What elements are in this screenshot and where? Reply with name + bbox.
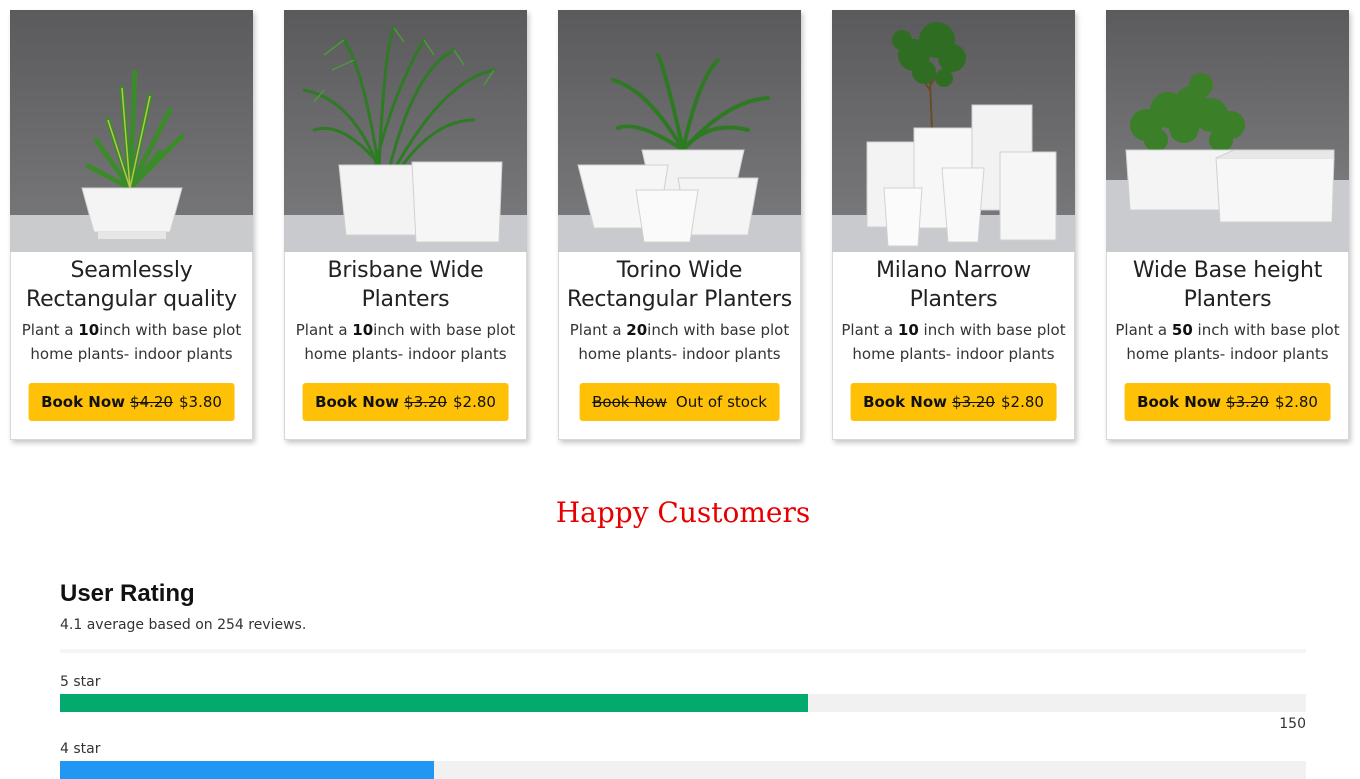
old-price: $3.20 <box>1226 393 1269 411</box>
book-now-button[interactable]: Book Now $4.20 $3.80 <box>28 383 235 421</box>
rating-row-5-star: 5 star 150 <box>60 674 1306 733</box>
product-size: 10 <box>897 321 919 339</box>
rating-bar-track <box>60 694 1306 712</box>
product-title: Milano Narrow Planters <box>875 258 1032 312</box>
product-title: Wide Base height Planters <box>1132 258 1323 312</box>
product-description: Plant a 10 inch with base plot home plan… <box>841 321 1066 363</box>
rating-count: 150 <box>1279 716 1306 732</box>
product-title: Torino Wide Rectangular Planters <box>567 258 792 312</box>
rating-divider <box>60 649 1306 653</box>
out-of-stock-label: Out of stock <box>675 393 767 411</box>
new-price: $3.80 <box>178 393 222 411</box>
rating-summary: 4.1 average based on 254 reviews. <box>60 617 307 633</box>
book-now-label: Book Now <box>41 393 126 411</box>
old-price: $3.20 <box>952 393 995 411</box>
product-title: Seamlessly Rectangular quality <box>26 258 237 312</box>
plant-pot-agave-image <box>10 10 253 252</box>
new-price: $2.80 <box>1000 393 1044 411</box>
book-now-label: Book Now <box>863 393 948 411</box>
book-now-button[interactable]: Book Now $3.20 $2.80 <box>850 383 1057 421</box>
old-price: $3.20 <box>404 393 447 411</box>
book-now-label: Book Now <box>1137 393 1222 411</box>
product-size: 20 <box>626 321 648 339</box>
book-now-button[interactable]: Book Now $3.20 $2.80 <box>1124 383 1331 421</box>
product-card: Brisbane Wide Planters Plant a 10inch wi… <box>284 10 527 440</box>
tall-planters-image <box>832 10 1075 252</box>
product-card: Wide Base height Planters Plant a 50 inc… <box>1106 10 1349 440</box>
product-title: Brisbane Wide Planters <box>327 258 484 312</box>
book-now-button[interactable]: Book Now $3.20 $2.80 <box>302 383 509 421</box>
user-rating-heading: User Rating <box>60 580 195 607</box>
product-size: 50 <box>1171 321 1193 339</box>
book-now-button-disabled: Book Now Out of stock <box>579 383 780 421</box>
product-size: 10 <box>78 321 100 339</box>
trough-planters-image <box>1106 10 1349 252</box>
book-now-label: Book Now <box>592 393 667 411</box>
old-price: $4.20 <box>130 393 173 411</box>
product-description: Plant a 50 inch with base plot home plan… <box>1115 321 1340 363</box>
product-card: Torino Wide Rectangular Planters Plant a… <box>558 10 801 440</box>
rating-bar-fill <box>60 694 808 712</box>
tapered-planters-image <box>558 10 801 252</box>
rating-bar-fill <box>60 761 434 779</box>
product-card: Milano Narrow Planters Plant a 10 inch w… <box>832 10 1075 440</box>
rating-bar-track <box>60 761 1306 779</box>
palm-square-planters-image <box>284 10 527 252</box>
product-description: Plant a 10inch with base plot home plant… <box>21 321 242 363</box>
product-size: 10 <box>352 321 374 339</box>
product-description: Plant a 10inch with base plot home plant… <box>295 321 516 363</box>
user-rating-section: User Rating 4.1 average based on 254 rev… <box>60 580 1306 779</box>
star-label: 5 star <box>60 674 101 690</box>
product-card: Seamlessly Rectangular quality Plant a 1… <box>10 10 253 440</box>
new-price: $2.80 <box>452 393 496 411</box>
new-price: $2.80 <box>1274 393 1318 411</box>
book-now-label: Book Now <box>315 393 400 411</box>
happy-customers-heading: Happy Customers <box>555 496 811 529</box>
product-description: Plant a 20inch with base plot home plant… <box>569 321 790 363</box>
product-card-list: Seamlessly Rectangular quality Plant a 1… <box>10 10 1349 440</box>
star-label: 4 star <box>60 741 101 757</box>
rating-row-4-star: 4 star <box>60 741 1306 779</box>
